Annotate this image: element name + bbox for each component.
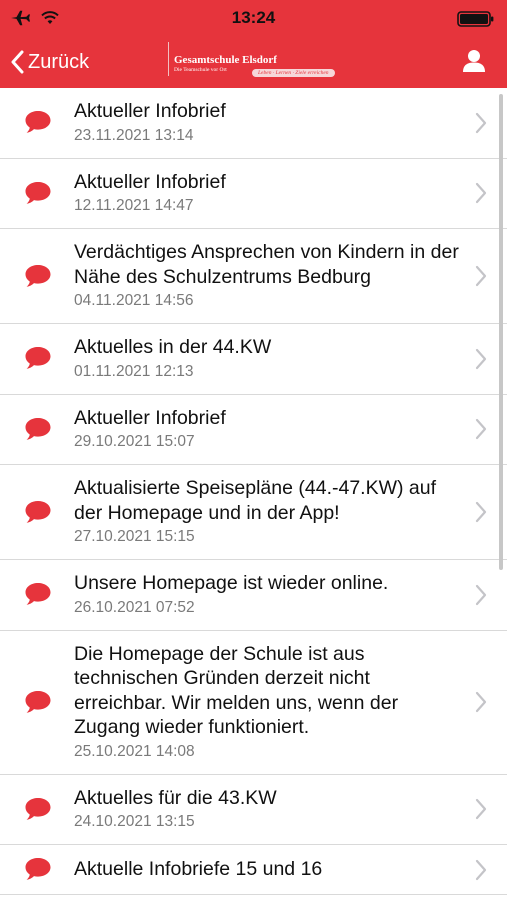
list-item-title: Aktuelle Infobriefe 15 und 16 <box>74 857 323 880</box>
speech-bubble-icon <box>0 796 74 822</box>
list-item-text: Verdächtiges Ansprechen von Kindern in d… <box>74 240 507 311</box>
speech-bubble-icon <box>0 499 74 525</box>
chevron-right-icon <box>475 112 487 134</box>
list-item-title: Aktualisierte Speisepläne (44.-47.KW) au… <box>74 477 437 524</box>
list-item[interactable]: Aktueller Infobrief 29.10.2021 15:07 <box>0 395 507 465</box>
chevron-right-icon <box>475 418 487 440</box>
list-item-text: Unsere Homepage ist wieder online. 26.10.… <box>74 571 507 618</box>
user-icon <box>463 50 485 72</box>
speech-bubble-icon <box>0 689 74 715</box>
list-item-text: Aktuelle Infobriefe 15 und 16 <box>74 857 507 882</box>
navigation-bar: Zurück Gesamtschule Elsdorf Die Teamschu… <box>0 36 507 88</box>
list-item-date: 24.10.2021 13:15 <box>74 813 195 830</box>
list-item-title: Die Homepage der Schule ist aus technisc… <box>74 642 399 739</box>
status-bar: 13:24 <box>0 0 507 36</box>
list-item[interactable]: Unsere Homepage ist wieder online. 26.10.… <box>0 560 507 631</box>
speech-bubble-icon <box>0 856 74 882</box>
school-logo: Gesamtschule Elsdorf Die Teamschule vor … <box>168 40 344 84</box>
list-item-title: Aktueller Infobrief <box>74 406 226 429</box>
chevron-right-icon <box>475 798 487 820</box>
news-list: Aktueller Infobrief 23.11.2021 13:14 Aktue… <box>0 88 507 900</box>
list-item-text: Aktualisierte Speisepläne (44.-47.KW) au… <box>74 476 507 547</box>
battery-icon <box>457 10 495 33</box>
speech-bubble-icon <box>0 263 74 289</box>
logo-name: Gesamtschule Elsdorf <box>174 54 277 66</box>
list-item-title: Aktueller Infobrief <box>74 100 226 122</box>
chevron-right-icon <box>475 348 487 370</box>
list-item-date: 04.11.2021 14:56 <box>74 292 194 309</box>
list-item-date: 26.10.2021 07:52 <box>74 598 195 616</box>
list-item-date: 01.11.2021 12:13 <box>74 362 194 380</box>
list-item-date: 25.10.2021 14:08 <box>74 742 195 760</box>
speech-bubble-icon <box>0 345 74 371</box>
chevron-right-icon <box>475 691 487 713</box>
list-item-title: Unsere Homepage ist wieder online. <box>74 572 389 594</box>
back-button[interactable]: Zurück <box>10 46 89 78</box>
speech-bubble-icon <box>0 581 74 607</box>
list-item-text: Aktuelles für die 43.KW 24.10.2021 13:15 <box>74 786 507 833</box>
list-item-text: Aktueller Infobrief 12.11.2021 14:47 <box>74 170 507 217</box>
list-item-date: 23.11.2021 13:14 <box>74 126 194 144</box>
list-item[interactable]: Die Homepage der Schule ist aus technisc… <box>0 631 507 775</box>
app-header: 13:24 Zurück Gesamtschule Elsdorf Die Te… <box>0 0 507 88</box>
list-item[interactable]: Aktueller Infobrief 12.11.2021 14:47 <box>0 159 507 229</box>
speech-bubble-icon <box>0 180 74 206</box>
logo-subtitle: Die Teamschule vor Ort <box>174 67 227 73</box>
list-item-text: Aktuelles in der 44.KW 01.11.2021 12:13 <box>74 335 507 382</box>
logo-motto: Leben · Lernen · Ziele erreichen <box>252 69 335 77</box>
list-item-date: 27.10.2021 15:15 <box>74 528 195 545</box>
user-button[interactable] <box>461 48 487 74</box>
chevron-right-icon <box>475 501 487 523</box>
list-item-text: Die Homepage der Schule ist aus technisc… <box>74 642 507 762</box>
status-time: 13:24 <box>231 8 276 27</box>
chevron-right-icon <box>475 859 487 881</box>
logo-divider <box>168 42 169 76</box>
list-item-date: 29.10.2021 15:07 <box>74 433 195 450</box>
list-item[interactable]: Verdächtiges Ansprechen von Kindern in d… <box>0 229 507 324</box>
list-item-title: Aktuelles für die 43.KW <box>74 786 277 809</box>
list-item-title: Aktuelles in der 44.KW <box>74 336 272 358</box>
list-item-title: Aktueller Infobrief <box>74 170 226 193</box>
list-item[interactable]: Aktuelle Infobriefe 15 und 16 <box>0 845 507 895</box>
list-item[interactable]: Aktuelles in der 44.KW 01.11.2021 12:13 <box>0 324 507 395</box>
chevron-left-icon <box>11 50 24 74</box>
back-label: Zurück <box>28 50 90 73</box>
chevron-right-icon <box>475 265 487 287</box>
scrollbar[interactable] <box>499 94 503 570</box>
list-item-text: Aktueller Infobrief 29.10.2021 15:07 <box>74 406 507 453</box>
chevron-right-icon <box>475 584 487 606</box>
speech-bubble-icon <box>0 416 74 442</box>
list-item[interactable]: Aktueller Infobrief 23.11.2021 13:14 <box>0 88 507 159</box>
chevron-right-icon <box>475 182 487 204</box>
list-item[interactable]: Aktualisierte Speisepläne (44.-47.KW) au… <box>0 465 507 560</box>
list-item-text: Aktueller Infobrief 23.11.2021 13:14 <box>74 99 507 146</box>
list-item-date: 12.11.2021 14:47 <box>74 197 194 214</box>
list-item[interactable]: Aktuelles für die 43.KW 24.10.2021 13:15 <box>0 775 507 845</box>
list-item-title: Verdächtiges Ansprechen von Kindern in d… <box>74 241 459 288</box>
speech-bubble-icon <box>0 109 74 135</box>
